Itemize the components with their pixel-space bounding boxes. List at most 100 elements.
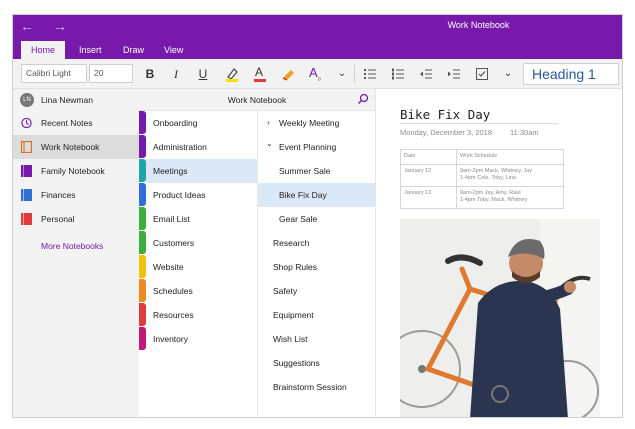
indent-icon[interactable] bbox=[445, 65, 463, 83]
notebook-item-personal[interactable]: Personal bbox=[13, 207, 139, 231]
notebook-list: LN Lina Newman Recent Notes Work Noteboo… bbox=[13, 89, 139, 417]
section-item[interactable]: Email List bbox=[146, 207, 257, 231]
page-label: Safety bbox=[273, 286, 298, 296]
page-label: Brainstorm Session bbox=[273, 382, 347, 392]
text-styles-icon[interactable]: A ᵒ bbox=[307, 65, 325, 84]
page-label: Wish List bbox=[273, 334, 308, 344]
clock-icon bbox=[21, 117, 32, 129]
section-color-tab bbox=[139, 327, 146, 350]
section-color-tab bbox=[139, 135, 146, 158]
section-color-tab bbox=[139, 207, 146, 230]
more-notebooks-link[interactable]: More Notebooks bbox=[41, 241, 103, 251]
page-label: Event Planning bbox=[279, 142, 337, 152]
table-header-row: Date Work Schedule bbox=[400, 149, 564, 165]
notebook-label: Family Notebook bbox=[41, 166, 105, 176]
font-size-box[interactable]: 20 bbox=[89, 64, 133, 83]
notebook-label: Personal bbox=[41, 214, 75, 224]
page-list: › Weekly Meeting ⌄ Event Planning Summer… bbox=[257, 111, 376, 417]
page-item-gear-sale[interactable]: Gear Sale bbox=[258, 207, 376, 231]
user-name: Lina Newman bbox=[41, 95, 93, 105]
tab-view[interactable]: View bbox=[154, 41, 193, 59]
notebook-item-work-notebook[interactable]: Work Notebook bbox=[13, 135, 139, 159]
clear-format-icon[interactable] bbox=[279, 65, 297, 83]
chevron-down-icon[interactable]: ⌄ bbox=[499, 65, 517, 83]
section-color-tab bbox=[139, 159, 146, 182]
section-item[interactable]: Product Ideas bbox=[146, 183, 257, 207]
page-item-safety[interactable]: Safety bbox=[258, 279, 376, 303]
tab-insert[interactable]: Insert bbox=[69, 41, 112, 59]
section-header: Work Notebook bbox=[139, 89, 375, 111]
onenote-window: ← → Work Notebook Home Insert Draw View … bbox=[12, 14, 623, 418]
tab-home[interactable]: Home bbox=[21, 41, 66, 59]
page-date: Monday, December 3, 2018 bbox=[400, 128, 492, 137]
page-canvas[interactable]: Bike Fix Day Monday, December 3, 2018 11… bbox=[375, 89, 622, 417]
ribbon-tabs: Home Insert Draw View bbox=[13, 37, 622, 59]
section-item-selected[interactable]: Meetings bbox=[146, 159, 257, 183]
highlight-icon[interactable] bbox=[223, 65, 241, 83]
page-title[interactable]: Bike Fix Day bbox=[400, 107, 490, 122]
page-label: Bike Fix Day bbox=[279, 190, 327, 200]
page-item-wish-list[interactable]: Wish List bbox=[258, 327, 376, 351]
italic-icon[interactable]: I bbox=[167, 65, 185, 83]
page-label: Equipment bbox=[273, 310, 314, 320]
user-account[interactable]: LN Lina Newman bbox=[13, 89, 139, 111]
toolbar-divider bbox=[354, 65, 355, 83]
notebook-label: Work Notebook bbox=[41, 142, 100, 152]
section-item[interactable]: Website bbox=[146, 255, 257, 279]
table-row: January 12 9am-2pm Mack, Whitney, Jay 1-… bbox=[400, 163, 564, 187]
page-label: Research bbox=[273, 238, 310, 248]
numbered-list-icon[interactable] bbox=[389, 65, 407, 83]
notebook-icon bbox=[21, 165, 32, 177]
bold-icon[interactable]: B bbox=[141, 65, 159, 83]
font-name-box[interactable]: Calibri Light bbox=[21, 64, 87, 83]
checkbox-icon[interactable] bbox=[473, 65, 491, 83]
avatar: LN bbox=[20, 93, 34, 107]
page-label: Weekly Meeting bbox=[279, 118, 340, 128]
section-color-tab bbox=[139, 303, 146, 326]
section-item[interactable]: Schedules bbox=[146, 279, 257, 303]
underline-icon[interactable]: U bbox=[194, 65, 212, 83]
section-header-title: Work Notebook bbox=[227, 95, 287, 105]
table-cell: January 12 bbox=[400, 163, 457, 187]
chevron-down-icon[interactable]: ⌄ bbox=[266, 132, 273, 156]
section-item[interactable]: Inventory bbox=[146, 327, 257, 351]
page-label: Summer Sale bbox=[279, 166, 331, 176]
section-list: Onboarding Administration Meetings Produ… bbox=[139, 111, 257, 417]
page-item-equipment[interactable]: Equipment bbox=[258, 303, 376, 327]
page-label: Shop Rules bbox=[273, 262, 317, 272]
section-color-tab bbox=[139, 255, 146, 278]
bike-illustration bbox=[400, 219, 600, 417]
notebook-icon bbox=[21, 189, 32, 201]
page-time: 11:30am bbox=[510, 128, 539, 137]
page-item-event-planning[interactable]: ⌄ Event Planning bbox=[258, 135, 376, 159]
table-header-cell: Date bbox=[400, 149, 457, 165]
page-item-summer-sale[interactable]: Summer Sale bbox=[258, 159, 376, 183]
notebook-item-family-notebook[interactable]: Family Notebook bbox=[13, 159, 139, 183]
notebook-icon bbox=[21, 141, 32, 153]
schedule-table[interactable]: Date Work Schedule January 12 9am-2pm Ma… bbox=[400, 149, 564, 209]
tab-draw[interactable]: Draw bbox=[113, 41, 154, 59]
page-item-shop-rules[interactable]: Shop Rules bbox=[258, 255, 376, 279]
font-color-icon[interactable]: A bbox=[251, 65, 269, 83]
section-item[interactable]: Resources bbox=[146, 303, 257, 327]
page-item-bike-fix-day[interactable]: Bike Fix Day bbox=[258, 183, 376, 207]
table-cell: 9am-2pm Jay, Amy, Raul 1-4pm Toby, Mack,… bbox=[456, 185, 564, 209]
table-cell: January 13 bbox=[400, 185, 457, 209]
page-item-weekly-meeting[interactable]: › Weekly Meeting bbox=[258, 111, 376, 135]
chevron-down-icon[interactable]: ⌄ bbox=[333, 65, 351, 83]
section-item[interactable]: Onboarding bbox=[146, 111, 257, 135]
section-item[interactable]: Administration bbox=[146, 135, 257, 159]
page-item-brainstorm-session[interactable]: Brainstorm Session bbox=[258, 375, 376, 399]
page-item-research[interactable]: Research bbox=[258, 231, 376, 255]
section-color-tab bbox=[139, 231, 146, 254]
notebook-item-finances[interactable]: Finances bbox=[13, 183, 139, 207]
bullet-list-icon[interactable] bbox=[361, 65, 379, 83]
page-item-suggestions[interactable]: Suggestions bbox=[258, 351, 376, 375]
section-item[interactable]: Customers bbox=[146, 231, 257, 255]
search-icon[interactable] bbox=[357, 93, 369, 108]
outdent-icon[interactable] bbox=[417, 65, 435, 83]
section-color-tab bbox=[139, 279, 146, 302]
table-cell: 9am-2pm Mack, Whitney, Jay 1-4pm Cole, T… bbox=[456, 163, 564, 187]
heading-style-box[interactable]: Heading 1 bbox=[523, 63, 619, 85]
notebook-item-recent-notes[interactable]: Recent Notes bbox=[13, 111, 139, 135]
